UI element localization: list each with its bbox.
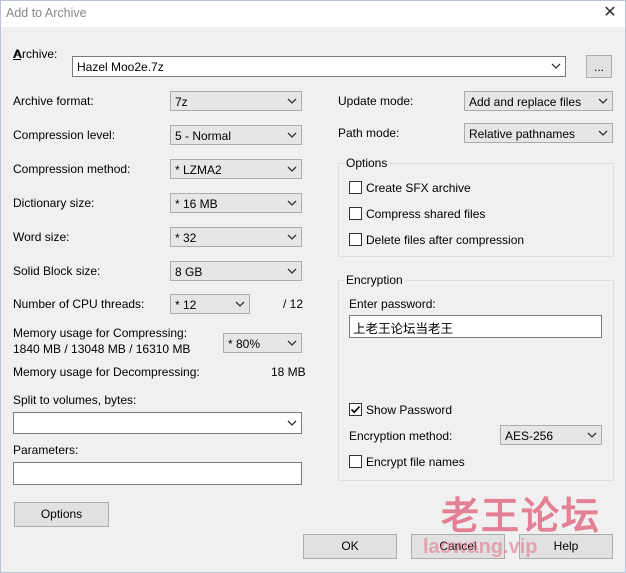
solid-block-size-value: 8 GB (175, 265, 203, 279)
title-bar: Add to Archive ✕ (1, 1, 625, 27)
show-password-checkbox[interactable] (349, 403, 362, 416)
path-mode-value: Relative pathnames (469, 127, 576, 141)
compression-level-label: Compression level: (13, 128, 116, 142)
chevron-down-icon (287, 132, 297, 138)
solid-block-size-label: Solid Block size: (13, 264, 101, 278)
memory-compress-label: Memory usage for Compressing: (13, 326, 188, 340)
compression-method-label: Compression method: (13, 162, 131, 176)
parameters-input[interactable] (13, 462, 302, 485)
chevron-down-icon (287, 340, 297, 346)
watermark-cn: 老王论坛 (441, 496, 602, 538)
checkmark-icon (350, 405, 361, 414)
chevron-down-icon (287, 200, 297, 206)
password-input[interactable]: 上老王论坛当老王 (349, 315, 602, 338)
password-value: 上老王论坛当老王 (353, 321, 454, 336)
chevron-down-icon (587, 432, 597, 438)
archive-label-text: Archive: (14, 47, 58, 61)
archive-path-value: Hazel Moo2e.7z (77, 60, 164, 74)
memory-decompress-value: 18 MB (271, 365, 306, 379)
encryption-method-select[interactable]: AES-256 (500, 425, 602, 445)
solid-block-size-select[interactable]: 8 GB (170, 261, 302, 281)
archive-format-select[interactable]: 7z (170, 91, 302, 111)
path-mode-select[interactable]: Relative pathnames (464, 123, 613, 143)
archive-path-combo[interactable]: Hazel Moo2e.7z (72, 56, 566, 77)
help-button-label: Help (553, 539, 579, 553)
create-sfx-checkbox[interactable] (349, 181, 362, 194)
cpu-threads-max: / 12 (283, 297, 304, 311)
compression-method-value: * LZMA2 (175, 163, 222, 177)
delete-after-label: Delete files after compression (366, 233, 525, 247)
browse-button[interactable]: ... (586, 55, 612, 78)
delete-after-checkbox[interactable] (349, 233, 362, 246)
encrypt-names-label: Encrypt file names (366, 455, 465, 469)
compression-level-value: 5 - Normal (175, 129, 232, 143)
chevron-down-icon (287, 166, 297, 172)
window-title: Add to Archive (6, 6, 87, 20)
chevron-down-icon (598, 98, 608, 104)
ok-button[interactable]: OK (303, 534, 397, 559)
archive-label: AArchive: (13, 47, 58, 61)
show-password-label: Show Password (366, 403, 453, 417)
dictionary-size-label: Dictionary size: (13, 196, 95, 210)
browse-label: ... (593, 60, 604, 74)
archive-format-value: 7z (175, 95, 188, 109)
cpu-threads-label: Number of CPU threads: (13, 297, 145, 311)
chevron-down-icon (287, 234, 297, 240)
update-mode-label: Update mode: (338, 94, 414, 108)
options-group-title: Options (344, 156, 390, 170)
password-label: Enter password: (349, 297, 436, 311)
cpu-threads-value: * 12 (175, 298, 197, 312)
compression-method-select[interactable]: * LZMA2 (170, 159, 302, 179)
encrypt-names-checkbox[interactable] (349, 455, 362, 468)
chevron-down-icon (287, 98, 297, 104)
parameters-label: Parameters: (13, 443, 79, 457)
options-button-label: Options (40, 507, 83, 521)
encryption-method-label: Encryption method: (349, 429, 453, 443)
chevron-down-icon (287, 268, 297, 274)
archive-format-label: Archive format: (13, 94, 94, 108)
chevron-down-icon (235, 301, 245, 307)
word-size-label: Word size: (13, 230, 70, 244)
create-sfx-label: Create SFX archive (366, 181, 471, 195)
split-volumes-label: Split to volumes, bytes: (13, 393, 137, 407)
word-size-select[interactable]: * 32 (170, 227, 302, 247)
compress-shared-checkbox[interactable] (349, 207, 362, 220)
ok-button-label: OK (341, 539, 359, 553)
encryption-group-title: Encryption (344, 273, 405, 287)
path-mode-label: Path mode: (338, 126, 400, 140)
update-mode-select[interactable]: Add and replace files (464, 91, 613, 111)
close-icon[interactable]: ✕ (601, 4, 619, 22)
watermark-url: laowang.vip (423, 536, 538, 558)
cpu-threads-select[interactable]: * 12 (170, 294, 250, 314)
memory-compress-select[interactable]: * 80% (223, 333, 302, 353)
encryption-method-value: AES-256 (505, 429, 554, 443)
options-button[interactable]: Options (14, 502, 109, 527)
memory-decompress-label: Memory usage for Decompressing: (13, 365, 200, 379)
dictionary-size-select[interactable]: * 16 MB (170, 193, 302, 213)
add-to-archive-dialog: Add to Archive ✕ AArchive: Hazel Moo2e.7… (0, 0, 626, 573)
chevron-down-icon (551, 63, 561, 69)
memory-compress-detail: 1840 MB / 13048 MB / 16310 MB (13, 342, 191, 356)
word-size-value: * 32 (175, 231, 197, 245)
compress-shared-label: Compress shared files (366, 207, 486, 221)
memory-compress-value: * 80% (228, 337, 261, 351)
dictionary-size-value: * 16 MB (175, 197, 218, 211)
chevron-down-icon (598, 130, 608, 136)
chevron-down-icon (287, 420, 297, 426)
update-mode-value: Add and replace files (469, 95, 582, 109)
split-volumes-combo[interactable] (13, 412, 302, 434)
compression-level-select[interactable]: 5 - Normal (170, 125, 302, 145)
